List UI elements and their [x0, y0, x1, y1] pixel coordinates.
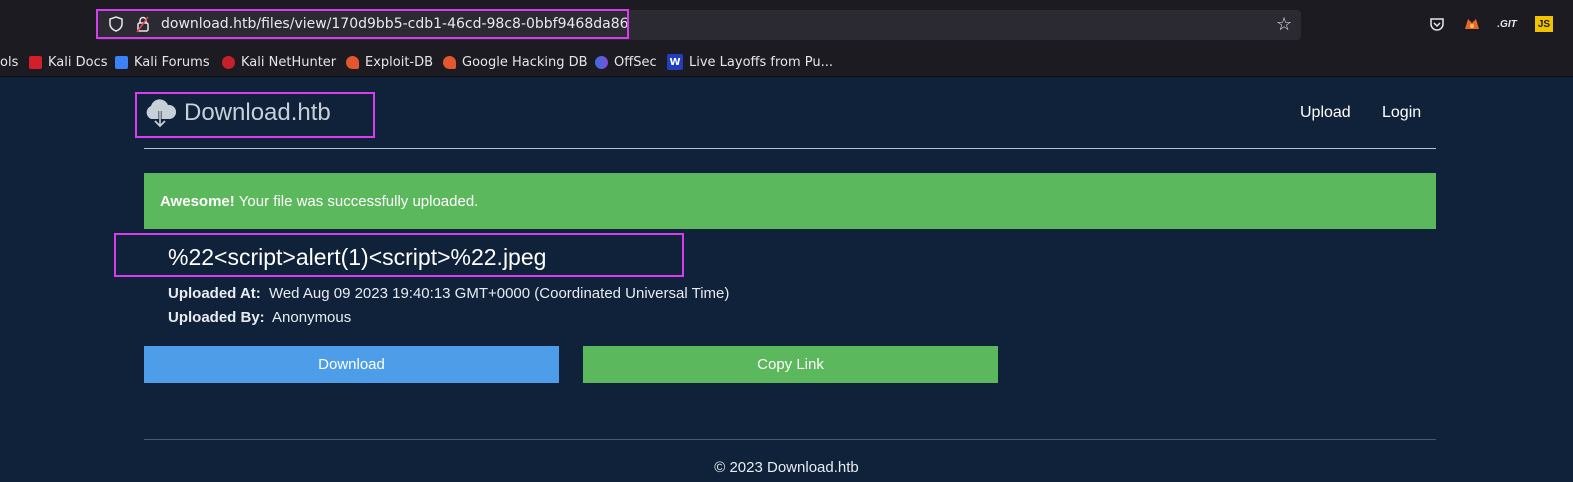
bookmark-label: Google Hacking DB: [462, 54, 588, 70]
uploaded-at-label: Uploaded At:: [168, 285, 261, 302]
exploit-db-icon: [346, 55, 359, 69]
bookmark-google-hacking-db[interactable]: Google Hacking DB: [443, 53, 588, 71]
uploaded-at-value: Wed Aug 09 2023 19:40:13 GMT+0000 (Coord…: [268, 285, 730, 302]
js-extension-icon[interactable]: JS: [1535, 16, 1553, 32]
bookmark-label: Exploit-DB: [365, 54, 434, 70]
site-logo-text[interactable]: Download.htb: [184, 99, 331, 127]
uploaded-at-row: Uploaded At: Wed Aug 09 2023 19:40:13 GM…: [168, 285, 729, 302]
copy-link-button[interactable]: Copy Link: [583, 346, 998, 383]
nav-upload-link[interactable]: Upload: [1300, 104, 1351, 122]
pocket-icon[interactable]: [1428, 16, 1446, 32]
bookmark-label: Live Layoffs from Pu...: [689, 54, 834, 70]
footer-divider: [144, 439, 1436, 440]
uploaded-by-value: Anonymous: [272, 309, 352, 326]
success-alert: Awesome! Your file was successfully uplo…: [144, 173, 1436, 229]
kali-docs-icon: [29, 55, 42, 69]
uploaded-by-label: Uploaded By:: [168, 309, 265, 326]
w-letter-icon: W: [667, 54, 683, 70]
bookmark-kali-forums[interactable]: Kali Forums: [115, 53, 210, 71]
alert-strong-text: Awesome!: [160, 192, 235, 210]
shield-icon[interactable]: [108, 16, 124, 32]
cloud-download-icon: [146, 99, 177, 128]
bookmark-label: Kali NetHunter: [241, 54, 337, 70]
uploaded-by-row: Uploaded By: Anonymous: [168, 309, 351, 326]
bookmark-kali-nethunter[interactable]: Kali NetHunter: [222, 53, 336, 71]
bookmark-label: OffSec: [614, 54, 657, 70]
bookmark-exploit-db[interactable]: Exploit-DB: [346, 53, 433, 71]
bookmark-label: ols: [0, 54, 19, 70]
footer-copyright: © 2023 Download.htb: [714, 459, 859, 476]
bookmark-tools[interactable]: ols: [0, 53, 18, 71]
lock-icon[interactable]: [135, 15, 151, 33]
google-hacking-db-icon: [443, 55, 456, 69]
kali-forums-icon: [115, 55, 128, 69]
offsec-icon: [595, 55, 608, 69]
kali-nethunter-icon: [222, 55, 235, 69]
bookmark-star-icon[interactable]: ☆: [1276, 14, 1292, 35]
file-name: %22<script>alert(1)<script>%22.jpeg: [168, 244, 547, 270]
bookmark-live-layoffs[interactable]: W Live Layoffs from Pu...: [667, 53, 833, 71]
url-text[interactable]: download.htb/files/view/170d9bb5-cdb1-46…: [161, 16, 629, 32]
git-extension-icon[interactable]: .GIT: [1497, 16, 1516, 32]
bookmark-label: Kali Forums: [134, 54, 210, 70]
bookmark-offsec[interactable]: OffSec: [595, 53, 657, 71]
bookmark-label: Kali Docs: [48, 54, 108, 70]
fox-extension-icon[interactable]: [1463, 16, 1481, 32]
download-button[interactable]: Download: [144, 346, 559, 383]
bookmark-kali-docs[interactable]: Kali Docs: [29, 53, 108, 71]
nav-login-link[interactable]: Login: [1382, 104, 1421, 122]
alert-message: Your file was successfully uploaded.: [238, 192, 479, 210]
header-divider: [144, 148, 1436, 149]
